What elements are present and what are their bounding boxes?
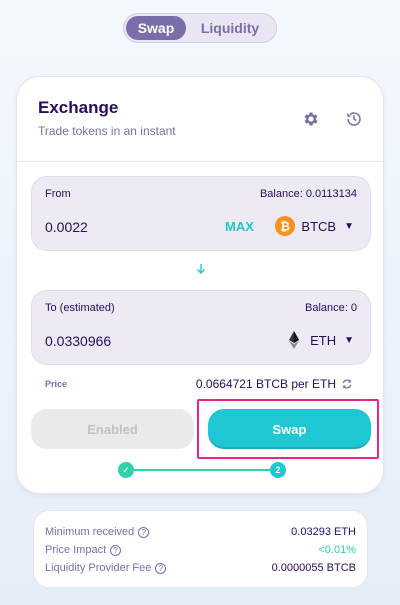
chevron-down-icon: ▼ xyxy=(344,220,354,232)
from-balance: Balance: 0.0113134 xyxy=(259,188,357,200)
refresh-icon[interactable] xyxy=(341,378,353,390)
from-label: From xyxy=(45,188,71,200)
lp-fee-value: 0.0000055 BTCB xyxy=(271,562,356,574)
enabled-button[interactable]: Enabled xyxy=(31,409,194,449)
step-2-indicator: 2 xyxy=(270,462,286,478)
help-icon[interactable]: ? xyxy=(138,526,150,538)
to-balance: Balance: 0 xyxy=(305,302,357,314)
help-icon[interactable]: ? xyxy=(155,562,167,574)
chevron-down-icon: ▼ xyxy=(344,334,354,346)
swap-button[interactable]: Swap xyxy=(208,409,371,449)
card-header: Exchange Trade tokens in an instant xyxy=(17,77,383,162)
price-value: 0.0664721 BTCB per ETH xyxy=(195,377,336,391)
tab-swap[interactable]: Swap xyxy=(126,16,186,40)
lp-fee-label: Liquidity Provider Fee xyxy=(45,562,152,574)
page-title: Exchange xyxy=(38,98,119,117)
min-received-label: Minimum received xyxy=(45,526,135,538)
svg-text:₿: ₿ xyxy=(281,220,291,234)
from-token-symbol: BTCB xyxy=(301,218,337,234)
min-received-value: 0.03293 ETH xyxy=(291,526,356,538)
price-impact-value: <0.01% xyxy=(318,544,356,556)
arrow-down-icon[interactable] xyxy=(195,263,207,275)
to-token-selector[interactable]: ETH ▼ xyxy=(284,328,354,352)
help-icon[interactable]: ? xyxy=(110,544,122,556)
max-button[interactable]: MAX xyxy=(225,219,254,234)
to-token-symbol: ETH xyxy=(310,332,337,348)
from-panel: From Balance: 0.0113134 0.0022 MAX ₿ BTC… xyxy=(31,176,371,251)
swap-liquidity-toggle: Swap Liquidity xyxy=(123,13,277,43)
step-connector xyxy=(134,469,272,471)
from-token-selector[interactable]: ₿ BTCB ▼ xyxy=(275,214,354,238)
swap-details-card: Minimum received? 0.03293 ETH Price Impa… xyxy=(33,510,368,588)
to-amount-input[interactable]: 0.0330966 xyxy=(45,333,111,349)
approval-stepper: ✓ 2 xyxy=(118,462,286,478)
bitcoin-icon: ₿ xyxy=(275,216,296,236)
gear-icon[interactable] xyxy=(301,109,321,129)
step-1-check-icon: ✓ xyxy=(118,462,134,478)
page-subtitle: Trade tokens in an instant xyxy=(38,124,176,138)
to-panel: To (estimated) Balance: 0 0.0330966 ETH … xyxy=(31,290,371,365)
ethereum-icon xyxy=(289,331,300,349)
history-icon[interactable] xyxy=(344,109,364,129)
price-impact-label: Price Impact xyxy=(45,544,107,556)
detail-row-price-impact: Price Impact? <0.01% xyxy=(45,543,356,557)
to-label: To (estimated) xyxy=(45,302,115,314)
detail-row-lp-fee: Liquidity Provider Fee? 0.0000055 BTCB xyxy=(45,561,356,575)
tab-liquidity[interactable]: Liquidity xyxy=(186,16,274,40)
price-label: Price xyxy=(45,379,68,389)
from-amount-input[interactable]: 0.0022 xyxy=(45,219,88,235)
exchange-card: Exchange Trade tokens in an instant From… xyxy=(16,76,384,494)
detail-row-minimum-received: Minimum received? 0.03293 ETH xyxy=(45,525,356,539)
